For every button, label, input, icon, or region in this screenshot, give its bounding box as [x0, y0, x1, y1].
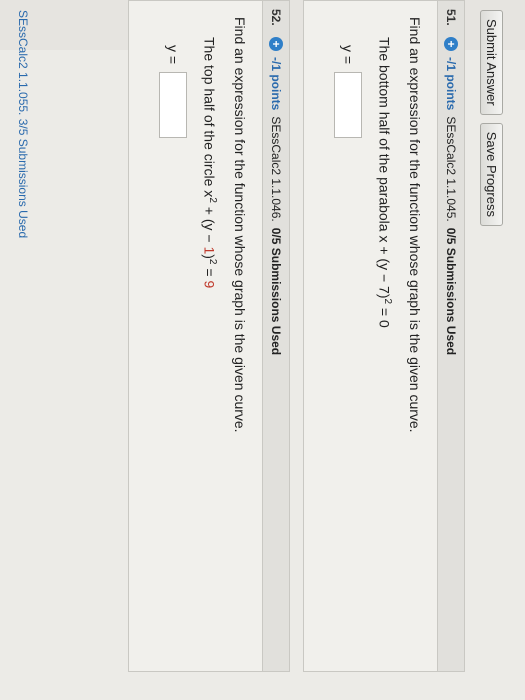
save-progress-button[interactable]: Save Progress: [480, 122, 504, 226]
next-question-source: SEssCalc2 1.1.055. 3/5 Submissions Used: [16, 10, 30, 239]
question-number: 52.: [269, 9, 283, 26]
answer-row: y =: [159, 45, 188, 655]
question-header: 52. + -/1 points SEssCalc2 1.1.046. 0/5 …: [262, 1, 289, 671]
subprompt-text: =: [201, 264, 218, 281]
plus-icon[interactable]: +: [269, 37, 283, 51]
points-link[interactable]: -/1 points: [444, 57, 458, 110]
answer-label: y =: [340, 45, 357, 65]
subprompt-text: The top half of the circle x: [201, 37, 218, 198]
points-link[interactable]: -/1 points: [269, 57, 283, 110]
question-body: Find an expression for the function whos…: [322, 1, 437, 671]
submissions-used: 0/5 Submissions Used: [269, 227, 283, 356]
subprompt-value: 9: [201, 280, 218, 289]
question-header: 51. + -/1 points SEssCalc2 1.1.045. 0/5 …: [437, 1, 464, 671]
answer-input[interactable]: [334, 72, 363, 139]
question-prompt: Find an expression for the function whos…: [232, 17, 248, 433]
question-52: 52. + -/1 points SEssCalc2 1.1.046. 0/5 …: [128, 0, 290, 672]
answer-input[interactable]: [159, 72, 188, 139]
question-source: SEssCalc2 1.1.045.: [444, 116, 458, 222]
next-question-header: SEssCalc2 1.1.055. 3/5 Submissions Used: [0, 0, 30, 700]
question-body: Find an expression for the function whos…: [147, 1, 262, 671]
subprompt-tail: = 0: [376, 304, 393, 328]
submit-answer-button[interactable]: Submit Answer: [480, 10, 504, 115]
rotated-page: Submit Answer Save Progress 51. + -/1 po…: [0, 0, 525, 700]
toolbar: Submit Answer Save Progress: [477, 0, 507, 700]
question-number: 51.: [444, 9, 458, 26]
subprompt-text: The bottom half of the parabola x + (y −…: [376, 37, 393, 299]
question-prompt: Find an expression for the function whos…: [407, 17, 423, 433]
question-subprompt: The bottom half of the parabola x + (y −…: [376, 37, 393, 655]
submissions-used: 0/5 Submissions Used: [444, 227, 458, 356]
question-subprompt: The top half of the circle x2 + (y − 1)2…: [201, 37, 218, 655]
answer-row: y =: [334, 45, 363, 655]
subprompt-text: + (y −: [201, 202, 218, 247]
question-51: 51. + -/1 points SEssCalc2 1.1.045. 0/5 …: [303, 0, 465, 672]
plus-icon[interactable]: +: [444, 37, 458, 51]
question-source: SEssCalc2 1.1.046.: [269, 116, 283, 222]
answer-label: y =: [165, 45, 182, 65]
